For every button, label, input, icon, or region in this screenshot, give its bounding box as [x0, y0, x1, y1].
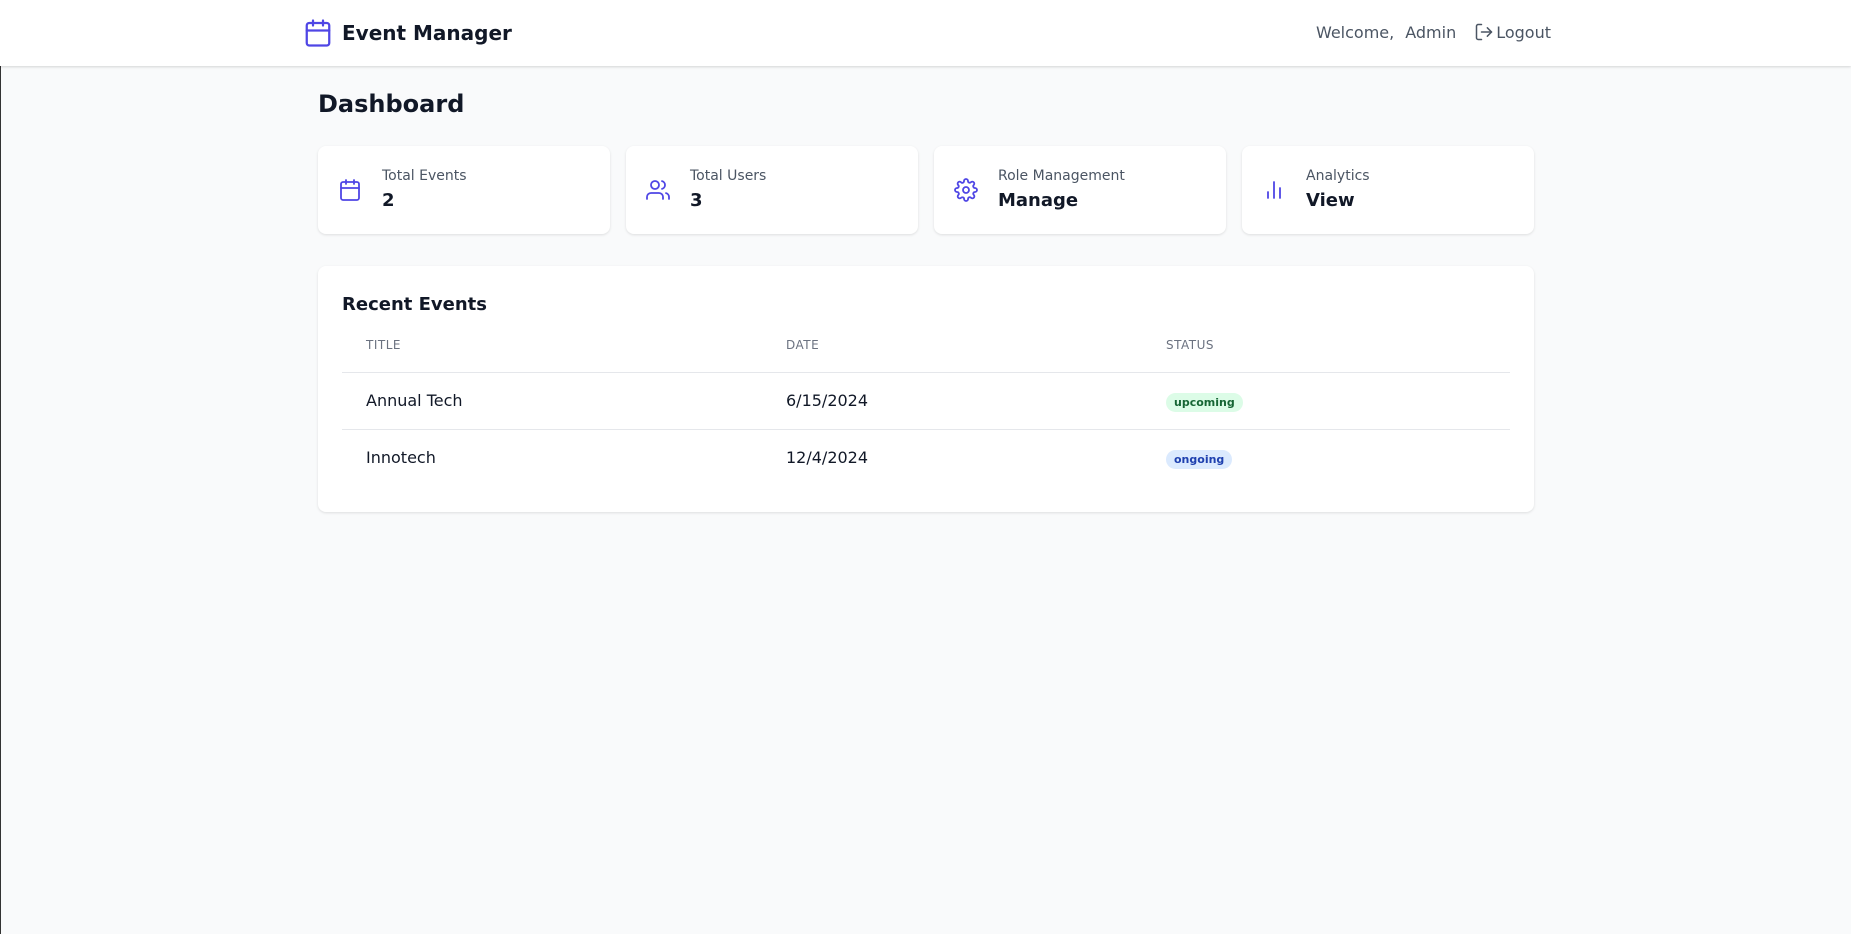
calendar-icon: [338, 178, 362, 202]
event-date: 12/4/2024: [786, 448, 869, 467]
stat-value: View: [1306, 190, 1355, 211]
stat-value: 3: [690, 190, 703, 211]
gear-icon: [954, 178, 978, 202]
stat-label: Analytics: [1306, 168, 1370, 184]
status-badge: ongoing: [1166, 450, 1233, 469]
column-header-status: STATUS: [1166, 338, 1215, 352]
logout-label: Logout: [1496, 22, 1551, 42]
column-header-date: DATE: [786, 338, 820, 352]
event-title: Innotech: [366, 448, 436, 467]
stat-card-role-management[interactable]: Role Management Manage: [934, 146, 1226, 234]
navbar-container: Event Manager Welcome, Admin Logout: [303, 0, 1551, 66]
status-badge: upcoming: [1166, 393, 1243, 412]
welcome-text: Welcome,: [1315, 22, 1395, 42]
stat-value: 2: [382, 190, 395, 211]
recent-events-panel: Recent Events TITLE DATE STATUS Annual T…: [318, 266, 1534, 512]
bar-chart-icon: [1262, 178, 1286, 202]
logout-icon: [1474, 22, 1494, 42]
page-title: Dashboard: [318, 90, 465, 118]
event-date: 6/15/2024: [786, 391, 869, 410]
stat-value: Manage: [998, 190, 1079, 211]
table-header: TITLE DATE STATUS: [342, 338, 1510, 373]
stat-label: Total Users: [690, 168, 767, 184]
stats-cards: Total Events 2 Total Users 3 Role Manage…: [318, 146, 1534, 234]
username: Admin: [1405, 22, 1457, 42]
stat-label: Role Management: [998, 168, 1125, 184]
brand-title: Event Manager: [342, 21, 512, 45]
column-header-title: TITLE: [366, 338, 401, 352]
stat-card-analytics[interactable]: Analytics View: [1242, 146, 1534, 234]
table-row[interactable]: Annual Tech 6/15/2024 upcoming: [342, 373, 1510, 430]
stat-card-total-users[interactable]: Total Users 3: [626, 146, 918, 234]
recent-events-table: TITLE DATE STATUS Annual Tech 6/15/2024 …: [342, 338, 1510, 487]
users-icon: [646, 178, 670, 202]
calendar-icon: [303, 18, 333, 48]
recent-events-title: Recent Events: [342, 294, 488, 315]
user-menu: Welcome, Admin Logout: [1316, 22, 1551, 42]
stat-label: Total Events: [382, 168, 467, 184]
event-title: Annual Tech: [366, 391, 463, 410]
top-navbar: Event Manager Welcome, Admin Logout: [0, 0, 1851, 66]
table-row[interactable]: Innotech 12/4/2024 ongoing: [342, 430, 1510, 487]
stat-card-total-events[interactable]: Total Events 2: [318, 146, 610, 234]
logout-button[interactable]: Logout: [1474, 22, 1551, 42]
brand[interactable]: Event Manager: [303, 18, 512, 48]
